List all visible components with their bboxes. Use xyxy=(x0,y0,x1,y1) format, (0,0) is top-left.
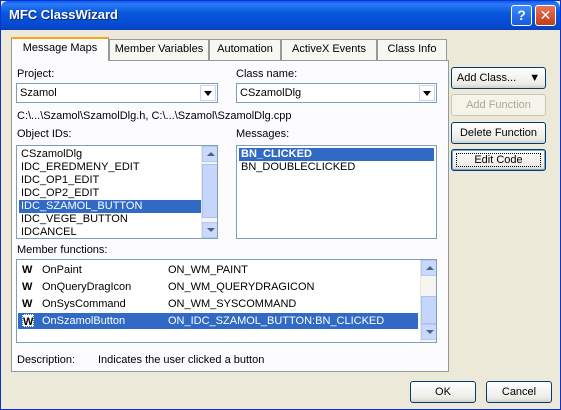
member-functions-scrollbar[interactable] xyxy=(420,260,436,342)
object-id-item[interactable]: IDC_EREDMENY_EDIT xyxy=(19,161,199,174)
project-label: Project: xyxy=(17,68,55,80)
class-name-label: Class name: xyxy=(236,68,298,80)
member-function-row[interactable]: W OnPaint ON_WM_PAINT xyxy=(18,262,418,278)
title-bar[interactable]: MFC ClassWizard ? ✕ xyxy=(1,1,560,30)
object-id-item[interactable]: IDCANCEL xyxy=(19,226,199,238)
add-class-button[interactable]: Add Class... ▼ xyxy=(451,67,546,89)
member-function-row[interactable]: W OnSysCommand ON_WM_SYSCOMMAND xyxy=(18,296,418,312)
window-message-icon: W xyxy=(22,281,33,293)
file-paths: C:\...\Szamol\SzamolDlg.h, C:\...\Szamol… xyxy=(17,110,292,122)
object-id-item-selected[interactable]: IDC_SZAMOL_BUTTON xyxy=(19,200,201,213)
member-functions-label: Member functions: xyxy=(17,244,108,256)
messages-list[interactable]: BN_CLICKED BN_DOUBLECLICKED xyxy=(236,145,437,239)
chevron-down-icon[interactable] xyxy=(200,85,216,101)
window-message-icon: W xyxy=(22,264,33,276)
description-label: Description: xyxy=(17,354,76,366)
project-value: Szamol xyxy=(20,87,57,99)
message-map-entry: ON_IDC_SZAMOL_BUTTON:BN_CLICKED xyxy=(168,315,385,327)
scroll-down-icon[interactable] xyxy=(202,222,217,238)
tab-automation[interactable]: Automation xyxy=(209,39,281,60)
ok-button[interactable]: OK xyxy=(410,381,476,403)
project-combo[interactable]: Szamol xyxy=(16,83,218,103)
function-name: OnSysCommand xyxy=(42,298,126,310)
chevron-down-icon: ▼ xyxy=(529,72,541,84)
member-functions-list[interactable]: W OnPaint ON_WM_PAINT W OnQueryDragIcon … xyxy=(16,259,437,343)
cancel-button[interactable]: Cancel xyxy=(486,381,552,403)
messages-label: Messages: xyxy=(236,128,290,140)
window-message-icon: W xyxy=(22,298,33,310)
object-ids-list[interactable]: CSzamolDlg IDC_EREDMENY_EDIT IDC_OP1_EDI… xyxy=(16,145,218,239)
message-map-entry: ON_WM_QUERYDRAGICON xyxy=(168,281,315,293)
description-text: Indicates the user clicked a button xyxy=(98,354,265,366)
scroll-down-icon[interactable] xyxy=(421,324,436,340)
window-title: MFC ClassWizard xyxy=(9,7,118,22)
help-button[interactable]: ? xyxy=(511,5,532,26)
message-map-entry: ON_WM_SYSCOMMAND xyxy=(168,298,297,310)
class-name-combo[interactable]: CSzamolDlg xyxy=(236,83,437,103)
object-id-item[interactable]: IDC_VEGE_BUTTON xyxy=(19,213,199,226)
class-name-value: CSzamolDlg xyxy=(240,87,302,99)
delete-function-button[interactable]: Delete Function xyxy=(451,122,546,144)
edit-code-button[interactable]: Edit Code xyxy=(451,149,546,171)
add-class-label: Add Class... xyxy=(456,72,517,84)
close-button[interactable]: ✕ xyxy=(535,5,556,26)
window-message-icon: W xyxy=(22,314,34,328)
object-ids-label: Object IDs: xyxy=(17,128,72,140)
message-item[interactable]: BN_DOUBLECLICKED xyxy=(239,161,434,174)
scroll-up-icon[interactable] xyxy=(421,260,436,276)
chevron-down-icon[interactable] xyxy=(419,85,435,101)
tab-class-info[interactable]: Class Info xyxy=(377,39,447,60)
classwizard-window: MFC ClassWizard ? ✕ Message Maps Member … xyxy=(0,0,561,410)
tab-member-variables[interactable]: Member Variables xyxy=(109,39,209,60)
tab-message-maps[interactable]: Message Maps xyxy=(11,37,109,61)
tab-activex-events[interactable]: ActiveX Events xyxy=(281,39,377,60)
function-name: OnPaint xyxy=(42,264,82,276)
message-item-selected[interactable]: BN_CLICKED xyxy=(239,148,434,161)
focus-rectangle xyxy=(456,153,541,167)
function-name: OnSzamolButton xyxy=(42,315,126,327)
member-function-row-selected[interactable]: W OnSzamolButton ON_IDC_SZAMOL_BUTTON:BN… xyxy=(18,313,418,329)
object-id-item[interactable]: IDC_OP1_EDIT xyxy=(19,174,199,187)
message-map-entry: ON_WM_PAINT xyxy=(168,264,248,276)
object-id-item[interactable]: IDC_OP2_EDIT xyxy=(19,187,199,200)
object-ids-scrollbar[interactable] xyxy=(201,146,217,238)
member-function-row[interactable]: W OnQueryDragIcon ON_WM_QUERYDRAGICON xyxy=(18,279,418,295)
function-name: OnQueryDragIcon xyxy=(42,281,132,293)
scroll-thumb[interactable] xyxy=(421,296,436,324)
object-id-item[interactable]: CSzamolDlg xyxy=(19,148,199,161)
scroll-thumb[interactable] xyxy=(202,164,217,218)
add-function-button[interactable]: Add Function xyxy=(451,94,546,116)
scroll-up-icon[interactable] xyxy=(202,146,217,162)
